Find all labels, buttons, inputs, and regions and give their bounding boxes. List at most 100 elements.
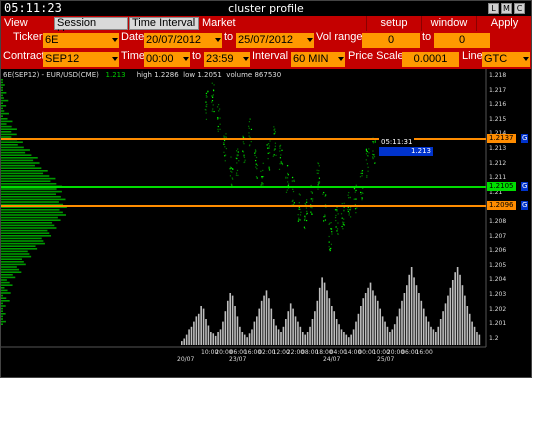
volume-bar — [398, 308, 401, 345]
tab-view-dom[interactable]: View DOM — [2, 17, 53, 42]
volume-bar — [210, 332, 212, 345]
tab-time-interval[interactable]: Time Interval — [129, 17, 199, 30]
cluster-dot — [361, 172, 363, 174]
volume-bar — [287, 311, 290, 345]
g-marker-middle[interactable]: G — [521, 182, 529, 191]
y-tick-label: 1.202 — [489, 305, 507, 313]
cluster-dot — [279, 145, 281, 147]
volume-bar — [226, 300, 229, 345]
line-select[interactable]: GTC — [482, 52, 530, 67]
g-marker-upper[interactable]: G — [521, 134, 529, 143]
cluster-dot — [269, 152, 271, 154]
volume-bar — [328, 298, 331, 345]
interval-select[interactable]: 60 MIN — [291, 52, 345, 67]
cluster-dot — [292, 199, 294, 201]
cluster-dot — [225, 133, 227, 135]
profile-bar — [1, 245, 36, 247]
tab-session-hours[interactable]: Session Hours — [54, 17, 128, 40]
profile-bar — [1, 94, 3, 97]
cluster-dot — [230, 183, 233, 185]
profile-bar — [1, 141, 23, 143]
apply-button[interactable]: Apply — [476, 16, 532, 31]
profile-bar — [1, 154, 32, 156]
price-scale-field[interactable]: 0.0001 — [402, 52, 459, 67]
profile-bar — [1, 214, 66, 216]
volume-bar — [345, 334, 348, 345]
profile-bar — [1, 193, 56, 195]
vol-from-field[interactable]: 0 — [362, 33, 420, 48]
cluster-dot — [356, 207, 358, 209]
window-button-m[interactable]: M — [501, 3, 512, 14]
contract-select[interactable]: SEP12 — [43, 52, 119, 67]
cluster-dot — [347, 210, 349, 213]
volume-bar — [248, 333, 251, 345]
window-title: cluster profile — [228, 2, 304, 15]
cluster-dot — [343, 218, 345, 220]
g-marker-lower[interactable]: G — [521, 201, 529, 210]
time-to-field[interactable]: 23:59 — [204, 52, 250, 67]
cluster-dot — [262, 183, 264, 185]
volume-bar — [263, 295, 265, 345]
cluster-dot — [219, 128, 221, 130]
cluster-dot — [267, 152, 269, 154]
cluster-dot — [279, 157, 281, 159]
chart-area[interactable]: 6E(SEP12) - EUR/USD(CME) 1.213 high 1.22… — [1, 69, 531, 377]
volume-bar — [357, 313, 360, 345]
y-tick-label: 1.205 — [489, 261, 507, 269]
window-button[interactable]: window — [421, 16, 476, 31]
date-from-field[interactable]: 20/07/2012 — [144, 33, 222, 48]
cluster-dot — [298, 217, 300, 219]
cluster-dot — [348, 191, 350, 194]
line-label: Line — [462, 50, 483, 62]
cluster-dot — [304, 217, 306, 219]
cluster-dot — [324, 195, 326, 197]
cluster-dot — [359, 176, 362, 178]
cluster-dot — [262, 176, 265, 178]
volume-bar — [207, 325, 210, 345]
cluster-dot — [361, 197, 363, 199]
profile-bar — [1, 110, 5, 112]
cluster-dot — [224, 160, 226, 162]
vol-to-field[interactable]: 0 — [434, 33, 490, 48]
cluster-dot — [368, 152, 370, 154]
profile-bar — [1, 315, 3, 318]
cluster-dot — [213, 84, 215, 86]
date-to-value: 25/07/2012 — [238, 34, 294, 46]
price-line-lower — [1, 205, 486, 207]
window-button-c[interactable]: C — [514, 3, 525, 14]
cluster-dot — [266, 144, 268, 146]
cluster-dot — [236, 154, 238, 156]
chevron-down-icon — [243, 57, 249, 61]
cluster-dot — [225, 147, 228, 150]
window-button-l[interactable]: L — [488, 3, 499, 14]
cluster-dot — [205, 92, 208, 95]
cluster-dot — [304, 215, 306, 217]
cluster-dot — [274, 128, 276, 130]
volume-bar — [270, 308, 273, 345]
x-tick-date-label: 25/07 — [377, 356, 395, 363]
profile-bar — [1, 115, 3, 117]
profile-bar — [1, 172, 44, 175]
last-price-text: 1.213 — [105, 71, 126, 79]
date-to-field[interactable]: 25/07/2012 — [236, 33, 314, 48]
cluster-dot — [248, 125, 250, 127]
cluster-dot — [235, 150, 238, 152]
volume-bar — [456, 267, 459, 345]
profile-bar — [1, 201, 59, 203]
cluster-dot — [261, 183, 263, 186]
cluster-dot — [261, 177, 263, 179]
volume-bar — [478, 334, 481, 345]
time-from-field[interactable]: 00:00 — [144, 52, 190, 67]
cluster-dot — [293, 179, 295, 181]
ticker-select[interactable]: 6E — [43, 33, 119, 48]
volume-bar — [372, 290, 374, 345]
cluster-profile-window: 05:11:23 cluster profile L M C View DOM … — [0, 0, 532, 378]
cluster-dot — [285, 176, 287, 178]
time-to-label: to — [192, 50, 202, 62]
profile-bar — [1, 180, 51, 182]
profile-bar — [1, 79, 3, 81]
volume-bar — [275, 325, 277, 345]
volume-bar — [420, 300, 423, 345]
tab-market-watch[interactable]: Market Watch — [200, 17, 270, 42]
setup-button[interactable]: setup — [366, 16, 421, 31]
